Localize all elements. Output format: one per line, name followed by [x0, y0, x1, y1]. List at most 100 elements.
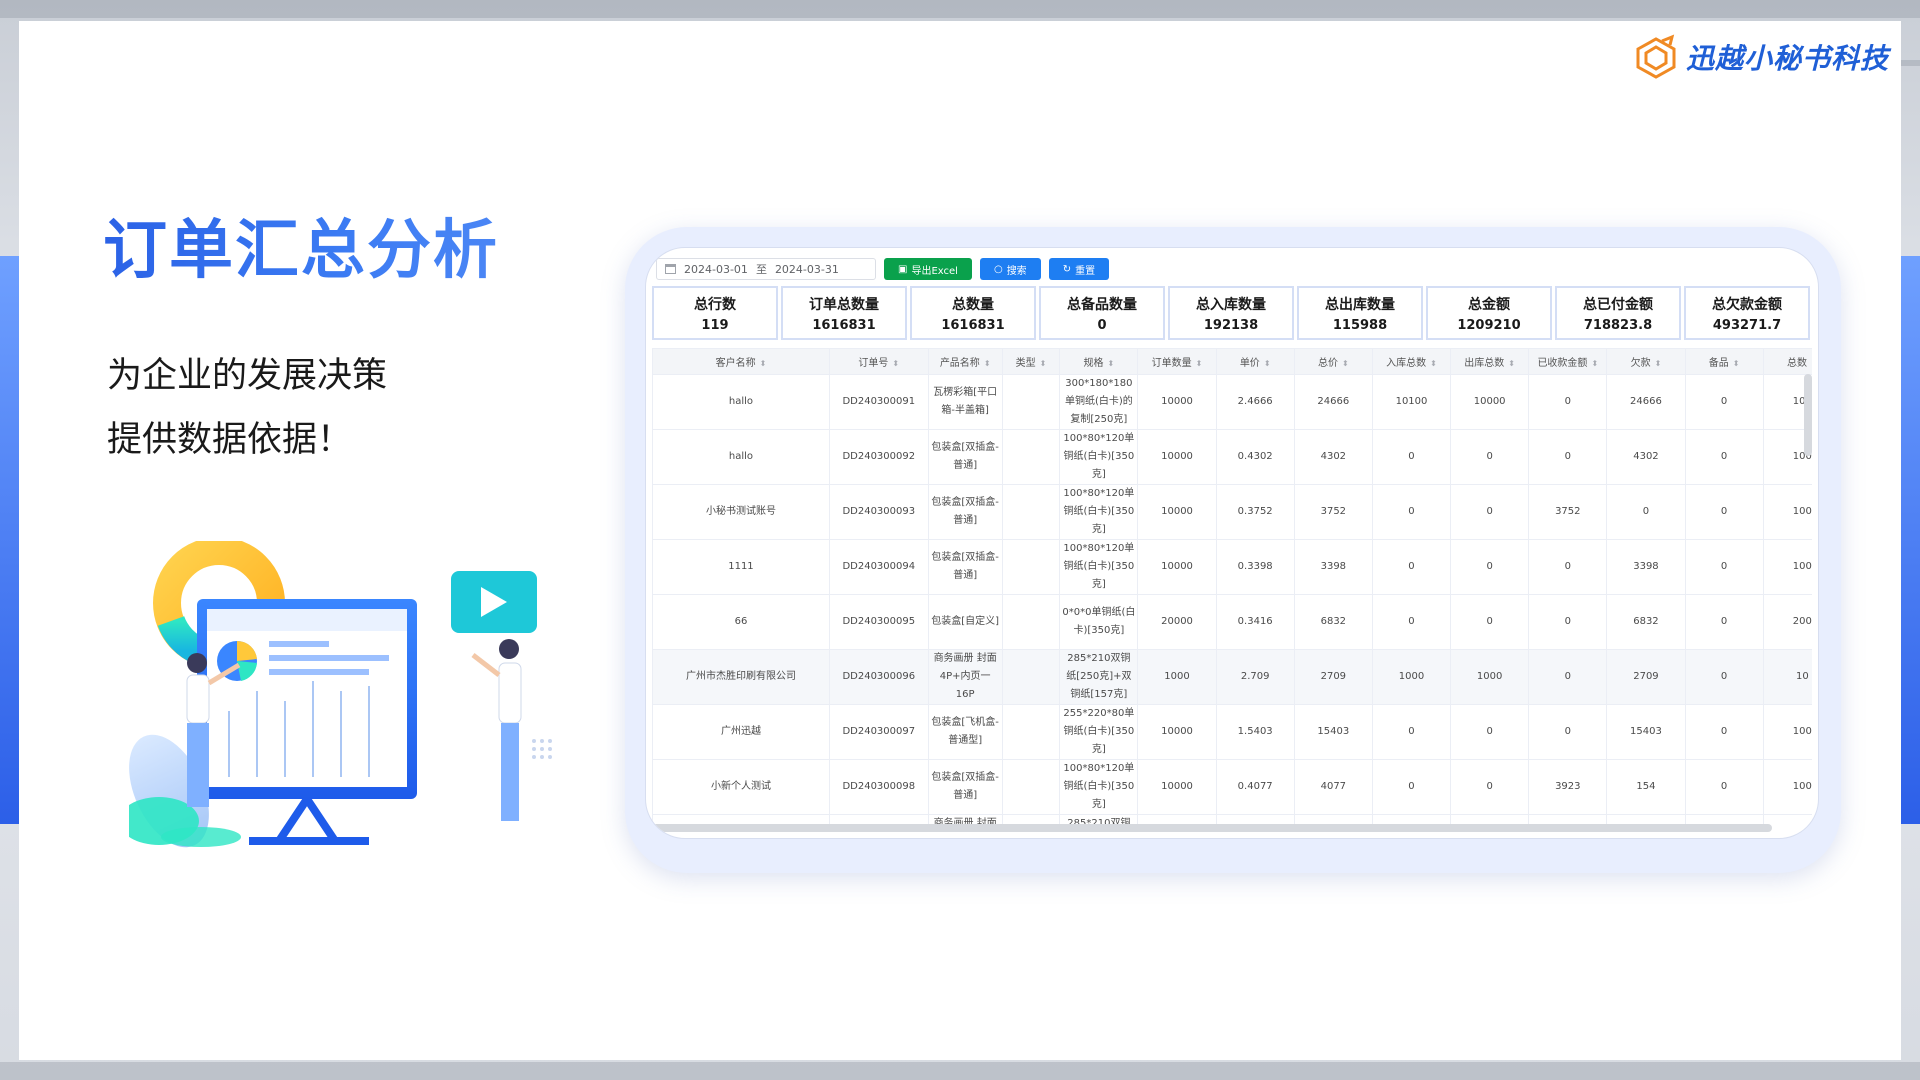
column-header[interactable]: 出库总数 ⬍: [1450, 348, 1530, 375]
table-cell: 10000: [1450, 374, 1530, 430]
table-cell: 100: [1762, 539, 1812, 595]
stat-card: 总金额 1209210: [1426, 286, 1552, 340]
column-header-label: 总数: [1786, 358, 1807, 369]
column-header[interactable]: 规格 ⬍: [1059, 348, 1139, 375]
stat-card: 总行数 119: [652, 286, 778, 340]
column-header[interactable]: 欠款 ⬍: [1606, 348, 1686, 375]
stat-value: 119: [701, 317, 729, 333]
table-cell: 包装盒[双插盒-普通]: [927, 539, 1003, 595]
table-cell: DD240300092: [828, 429, 929, 485]
table-cell: 0: [1371, 539, 1452, 595]
table-cell: 20000: [1137, 594, 1217, 650]
column-header-label: 欠款: [1630, 358, 1651, 369]
export-icon: ▣: [898, 263, 908, 275]
table-cell: 0.4302: [1215, 429, 1295, 485]
analytics-illustration: [129, 541, 552, 848]
date-range-picker[interactable]: 2024-03-01 至 2024-03-31: [656, 258, 876, 280]
search-button[interactable]: ○ 搜索: [979, 258, 1041, 280]
stat-card: 总出库数量 115988: [1297, 286, 1423, 340]
sort-icon: ⬍: [1508, 359, 1515, 368]
app-window: 2024-03-01 至 2024-03-31 ▣ 导出Excel ○ 搜索 ↻…: [645, 247, 1819, 839]
column-header[interactable]: 订单数量 ⬍: [1137, 348, 1217, 375]
table-cell: 3752: [1293, 484, 1373, 540]
table-cell: 100: [1762, 484, 1812, 540]
stat-card: 总已付金额 718823.8: [1555, 286, 1681, 340]
table-row[interactable]: 66 DD240300095 包装盒[自定义] 0*0*0单铜纸(白卡)[350克] 2…: [652, 594, 1812, 650]
stat-label: 总行数: [694, 296, 736, 313]
table-cell: [1001, 484, 1061, 540]
table-cell: 0: [1684, 759, 1764, 815]
column-header[interactable]: 总价 ⬍: [1293, 348, 1373, 375]
refresh-icon: ↻: [1062, 263, 1072, 275]
table-cell: [1001, 374, 1061, 430]
orders-table: 客户名称 ⬍ 订单号 ⬍ 产品名称 ⬍ 类型 ⬍ 规格 ⬍ 订单数量 ⬍ 单价 ⬍ 总价 ⬍ 入库总数 ⬍ 出库总数…: [652, 348, 1812, 832]
table-cell: 广州迅越: [652, 704, 830, 760]
stat-card: 订单总数量 1616831: [781, 286, 907, 340]
table-row[interactable]: hallo DD240300092 包装盒[双插盒-普通] 100*80*120单铜纸…: [652, 429, 1812, 485]
table-cell: 0: [1450, 759, 1530, 815]
table-cell: 0: [1528, 704, 1608, 760]
column-header[interactable]: 备品 ⬍: [1684, 348, 1764, 375]
table-cell: 255*220*80单铜纸(白卡)[350克]: [1059, 704, 1139, 760]
table-cell: 1111: [652, 539, 830, 595]
stat-value: 115988: [1332, 317, 1388, 333]
table-cell: 0: [1371, 759, 1452, 815]
table-cell: 6832: [1606, 594, 1686, 650]
stat-value: 493271.7: [1712, 317, 1782, 333]
table-cell: 4077: [1293, 759, 1373, 815]
stat-value: 0: [1097, 317, 1107, 333]
table-cell: 商务画册 封面4P+内页一 16P: [927, 649, 1003, 705]
column-header[interactable]: 单价 ⬍: [1215, 348, 1295, 375]
table-cell: 小秘书测试账号: [652, 484, 830, 540]
reset-button[interactable]: ↻ 重置: [1048, 258, 1110, 280]
table-row[interactable]: 1111 DD240300094 包装盒[双插盒-普通] 100*80*120单铜纸(…: [652, 539, 1812, 595]
table-cell: 285*210双铜纸[250克]+双铜纸[157克]: [1059, 649, 1139, 705]
table-cell: 6832: [1293, 594, 1373, 650]
table-row[interactable]: 小秘书测试账号 DD240300093 包装盒[双插盒-普通] 100*80*120单…: [652, 484, 1812, 540]
table-cell: 3752: [1528, 484, 1608, 540]
column-header[interactable]: 已收款金额 ⬍: [1528, 348, 1608, 375]
table-cell: 包装盒[飞机盒-普通型]: [927, 704, 1003, 760]
table-cell: hallo: [652, 429, 830, 485]
table-cell: 1000: [1450, 649, 1530, 705]
stat-card: 总备品数量 0: [1039, 286, 1165, 340]
column-header-label: 产品名称: [939, 358, 980, 369]
table-cell: 2.709: [1215, 649, 1295, 705]
table-cell: 100*80*120单铜纸(白卡)[350克]: [1059, 429, 1139, 485]
column-header[interactable]: 入库总数 ⬍: [1371, 348, 1452, 375]
column-header-label: 总价: [1317, 358, 1338, 369]
table-cell: 包装盒[自定义]: [927, 594, 1003, 650]
column-header[interactable]: 总数 ⬍: [1762, 348, 1812, 375]
table-cell: [1001, 704, 1061, 760]
table-cell: 瓦楞彩箱[平口箱-半盖箱]: [927, 374, 1003, 430]
table-cell: DD240300096: [828, 649, 929, 705]
sort-icon: ⬍: [983, 359, 991, 368]
table-cell: 10000: [1137, 374, 1217, 430]
table-cell: 0: [1528, 539, 1608, 595]
horizontal-scrollbar[interactable]: [652, 824, 1772, 832]
column-header-label: 已收款金额: [1537, 358, 1588, 369]
column-header[interactable]: 客户名称 ⬍: [652, 348, 830, 375]
column-header-label: 订单数量: [1151, 358, 1192, 369]
table-row[interactable]: hallo DD240300091 瓦楞彩箱[平口箱-半盖箱] 300*180*180…: [652, 374, 1812, 430]
table-cell: 66: [652, 594, 830, 650]
export-excel-button[interactable]: ▣ 导出Excel: [884, 258, 972, 280]
column-header[interactable]: 产品名称 ⬍: [927, 348, 1003, 375]
column-header-label: 出库总数: [1464, 358, 1505, 369]
stat-value: 718823.8: [1583, 317, 1653, 333]
sort-icon: ⬍: [1591, 359, 1599, 368]
table-row[interactable]: 广州市杰胜印刷有限公司 DD240300096 商务画册 封面4P+内页一 16P 2…: [652, 649, 1812, 705]
stat-label: 总备品数量: [1067, 296, 1137, 313]
stat-value: 1209210: [1457, 317, 1521, 333]
table-cell: DD240300094: [828, 539, 929, 595]
table-row[interactable]: 广州迅越 DD240300097 包装盒[飞机盒-普通型] 255*220*80单铜纸…: [652, 704, 1812, 760]
stat-card: 总数量 1616831: [910, 286, 1036, 340]
column-header[interactable]: 类型 ⬍: [1001, 348, 1061, 375]
table-cell: 0: [1450, 484, 1530, 540]
table-cell: 200: [1762, 594, 1812, 650]
vertical-scrollbar[interactable]: [1804, 374, 1812, 456]
column-header-label: 规格: [1083, 358, 1104, 369]
table-row[interactable]: 小新个人测试 DD240300098 包装盒[双插盒-普通] 100*80*120单铜…: [652, 759, 1812, 815]
stat-value: 192138: [1203, 317, 1259, 333]
column-header[interactable]: 订单号 ⬍: [828, 348, 929, 375]
